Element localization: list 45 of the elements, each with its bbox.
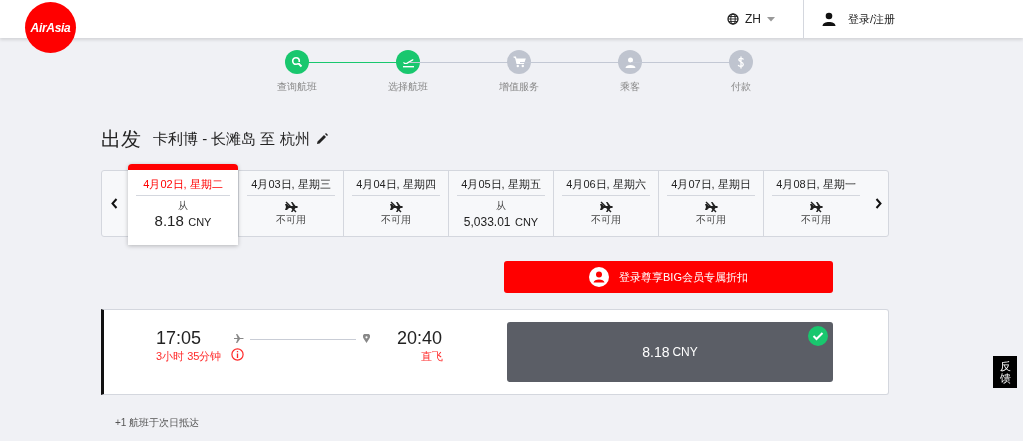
edit-icon[interactable] <box>315 133 328 145</box>
duration-text: 3小时 35分钟 <box>156 349 222 364</box>
user-icon <box>822 12 836 26</box>
date-tab[interactable]: 4月02日, 星期二 从 8.18 CNY <box>128 164 238 245</box>
step-label: 查询航班 <box>277 80 317 94</box>
crossed-plane-icon <box>389 201 403 213</box>
chevron-left-icon <box>111 198 118 209</box>
step-label: 乘客 <box>620 80 640 94</box>
chevron-right-icon <box>874 198 882 209</box>
login-button[interactable]: 登录/注册 <box>803 0 1023 38</box>
departure-time: 17:05 <box>156 327 202 350</box>
cart-icon <box>512 56 526 68</box>
airline-logo[interactable]: AirAsia <box>25 2 76 53</box>
member-login-button[interactable]: 登录尊享BIG会员专属折扣 <box>504 261 833 293</box>
info-icon[interactable] <box>231 348 244 361</box>
date-tab[interactable]: 4月08日, 星期一 不可用 <box>763 170 868 237</box>
stops-text: 直飞 <box>421 349 443 364</box>
fare-button[interactable]: 8.18 CNY <box>507 322 833 382</box>
caret-icon <box>767 16 775 22</box>
route-text: 卡利博 - 长滩岛 至 杭州 <box>153 128 310 149</box>
date-tab[interactable]: 4月05日, 星期五 从 5,033.01 CNY <box>448 170 553 237</box>
feedback-tab[interactable]: 反馈 <box>993 356 1017 389</box>
date-tab[interactable]: 4月03日, 星期三 不可用 <box>238 170 343 237</box>
crossed-plane-icon <box>284 201 298 213</box>
user-icon <box>589 267 609 287</box>
location-pin-icon <box>363 334 370 343</box>
step-label: 选择航班 <box>388 80 428 94</box>
footnote-text: +1 航班于次日抵达 <box>115 416 201 430</box>
crossed-plane-icon <box>599 201 613 213</box>
check-icon <box>808 326 828 346</box>
crossed-plane-icon <box>809 201 823 213</box>
step-label: 增值服务 <box>499 80 539 94</box>
date-tab[interactable]: 4月04日, 星期四 不可用 <box>343 170 448 237</box>
date-tab[interactable]: 4月07日, 星期日 不可用 <box>658 170 763 237</box>
search-icon <box>291 56 303 68</box>
person-icon <box>624 56 636 68</box>
globe-icon <box>727 13 739 25</box>
step-label: 付款 <box>731 80 751 94</box>
crossed-plane-icon <box>704 201 718 213</box>
dollar-icon <box>737 55 745 69</box>
arrival-time: 20:40 <box>397 327 443 350</box>
date-tab[interactable]: 4月06日, 星期六 不可用 <box>553 170 658 237</box>
page-title: 出发 <box>101 127 141 152</box>
plane-icon <box>234 334 244 343</box>
language-selector[interactable]: ZH <box>727 0 803 38</box>
